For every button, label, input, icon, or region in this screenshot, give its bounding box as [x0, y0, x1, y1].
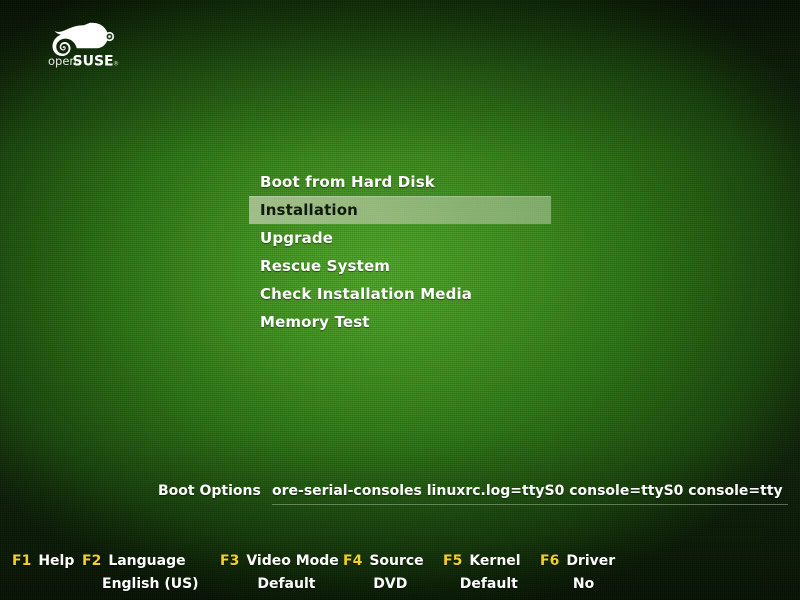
fkey-f4-source[interactable]: F4 Source DVD: [343, 550, 424, 596]
menu-item-label: Upgrade: [260, 229, 334, 247]
menu-item-installation[interactable]: Installation: [249, 196, 551, 224]
fkey-key: F4: [343, 553, 363, 569]
menu-item-label: Installation: [260, 201, 358, 219]
boot-menu-screen: open SUSE ® Boot from Hard Disk Installa…: [0, 0, 800, 600]
menu-item-check-installation-media[interactable]: Check Installation Media: [249, 280, 551, 308]
fkey-label: Driver: [566, 553, 616, 569]
fkey-value: No: [572, 576, 595, 592]
fkey-key: F5: [443, 553, 463, 569]
fkey-value: DVD: [373, 576, 408, 592]
fkey-value: Default: [459, 576, 518, 592]
fkey-f1-help[interactable]: F1 Help: [12, 550, 74, 596]
fkey-f3-video-mode[interactable]: F3 Video Mode Default: [220, 550, 339, 596]
fkey-line: F4 Source: [343, 550, 424, 573]
fkey-key: F3: [220, 553, 240, 569]
logo-registered-mark: ®: [113, 61, 119, 68]
menu-item-label: Check Installation Media: [260, 285, 473, 303]
fkey-f2-language[interactable]: F2 Language English (US): [82, 550, 199, 596]
menu-item-label: Boot from Hard Disk: [260, 173, 435, 191]
fkey-label: Video Mode: [246, 553, 339, 569]
fkey-line: F3 Video Mode: [220, 550, 339, 573]
fkey-line: F5 Kernel: [443, 550, 521, 573]
menu-item-rescue-system[interactable]: Rescue System: [249, 252, 551, 280]
menu-item-boot-from-hard-disk[interactable]: Boot from Hard Disk: [249, 168, 551, 196]
fkey-line: F2 Language: [82, 550, 199, 573]
menu-item-label: Memory Test: [260, 313, 370, 331]
boot-options-input[interactable]: ore-serial-consoles linuxrc.log=ttyS0 co…: [272, 478, 788, 505]
fkey-value: [12, 573, 74, 596]
boot-menu-list[interactable]: Boot from Hard Disk Installation Upgrade…: [249, 168, 551, 336]
fkey-key: F6: [540, 553, 560, 569]
menu-item-label: Rescue System: [260, 257, 391, 275]
logo-wordmark-suse: SUSE: [73, 54, 114, 70]
fkey-label: Language: [108, 553, 186, 569]
fkey-key: F2: [82, 553, 102, 569]
text-cursor: [277, 504, 279, 505]
fkey-key: F1: [12, 553, 32, 569]
fkey-f6-driver[interactable]: F6 Driver No: [540, 550, 615, 596]
fkey-label: Kernel: [469, 553, 521, 569]
fkey-line: F6 Driver: [540, 550, 615, 573]
fkey-f5-kernel[interactable]: F5 Kernel Default: [443, 550, 521, 596]
fkey-label: Source: [369, 553, 424, 569]
function-key-bar: F1 Help F2 Language English (US) F3 Video M…: [0, 550, 800, 600]
boot-options-value: ore-serial-consoles linuxrc.log=ttyS0 co…: [272, 483, 783, 499]
fkey-label: Help: [38, 553, 75, 569]
fkey-value: English (US): [102, 576, 199, 592]
menu-item-upgrade[interactable]: Upgrade: [249, 224, 551, 252]
fkey-line: F1 Help: [12, 550, 74, 573]
menu-item-memory-test[interactable]: Memory Test: [249, 308, 551, 336]
opensuse-logo: open SUSE ®: [47, 20, 125, 70]
boot-options-label: Boot Options: [158, 483, 261, 499]
fkey-value: Default: [257, 576, 316, 592]
boot-options-row: Boot Options ore-serial-consoles linuxrc…: [0, 478, 800, 505]
